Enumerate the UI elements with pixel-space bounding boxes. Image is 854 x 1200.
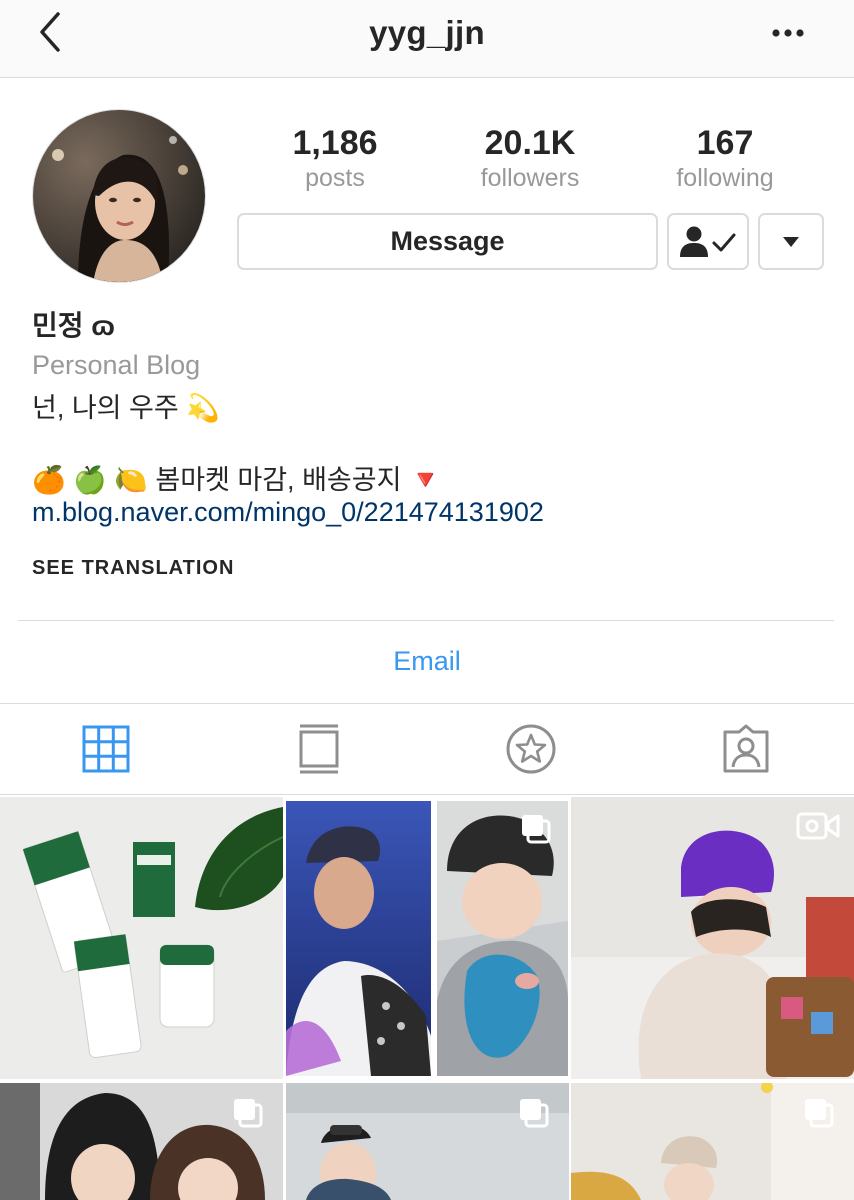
tab-tagged[interactable] — [711, 716, 781, 782]
tab-saved[interactable] — [496, 716, 566, 782]
tab-feed[interactable] — [284, 716, 354, 782]
following-count: 167 — [696, 124, 754, 162]
stat-followers[interactable]: 20.1K followers — [440, 123, 620, 193]
more-horizontal-icon — [772, 29, 804, 37]
bio-text-line-2: 🍊 🍏 🍋 봄마켓 마감, 배송공지 🔻 — [32, 465, 443, 495]
followers-count: 20.1K — [484, 124, 576, 162]
grid-post[interactable] — [286, 1083, 569, 1200]
carousel-icon — [805, 1099, 834, 1128]
stat-posts: 1,186 posts — [245, 123, 425, 193]
suggested-dropdown-button[interactable] — [758, 213, 824, 270]
carousel-icon — [522, 815, 551, 844]
tagged-person-icon — [723, 724, 769, 773]
bio-website-link[interactable]: m.blog.naver.com/mingo_0/221474131902 — [32, 497, 544, 528]
grid-post[interactable] — [0, 1083, 283, 1200]
top-bar: yyg_jjn — [0, 0, 854, 78]
grid-post[interactable] — [437, 801, 568, 1076]
carousel-icon — [520, 1099, 549, 1128]
grid-icon — [82, 725, 130, 773]
bio-text-line-1: 넌, 나의 우주 💫 — [32, 393, 220, 423]
feed-list-icon — [299, 724, 339, 774]
star-circle-icon — [506, 724, 556, 774]
followers-label: followers — [480, 164, 580, 192]
grid-post[interactable] — [286, 801, 431, 1076]
post-thumbnail-performer — [286, 801, 431, 1076]
profile-category: Personal Blog — [32, 350, 201, 380]
see-translation-button[interactable]: SEE TRANSLATION — [32, 557, 234, 580]
profile-username-title: yyg_jjn — [369, 14, 485, 51]
divider — [0, 703, 854, 704]
video-icon — [796, 812, 840, 840]
posts-label: posts — [305, 164, 365, 192]
profile-avatar[interactable] — [32, 109, 206, 283]
post-thumbnail-products — [0, 797, 283, 1079]
profile-display-name: 민정 ɷ — [32, 310, 115, 341]
grid-post[interactable] — [0, 797, 283, 1079]
grid-post[interactable] — [571, 797, 854, 1079]
posts-count: 1,186 — [292, 124, 378, 162]
stat-following[interactable]: 167 following — [635, 123, 815, 193]
following-status-button[interactable] — [667, 213, 749, 270]
message-button[interactable]: Message — [237, 213, 658, 270]
carousel-icon — [234, 1099, 263, 1128]
divider — [0, 794, 854, 795]
more-options-button[interactable] — [768, 18, 808, 48]
tab-grid[interactable] — [71, 716, 141, 782]
divider — [18, 620, 834, 621]
grid-post[interactable] — [571, 1083, 854, 1200]
following-label: following — [676, 164, 774, 192]
person-check-icon — [680, 226, 736, 257]
email-contact-button[interactable]: Email — [0, 646, 854, 677]
avatar-photo — [33, 110, 205, 282]
caret-down-icon — [783, 236, 799, 247]
